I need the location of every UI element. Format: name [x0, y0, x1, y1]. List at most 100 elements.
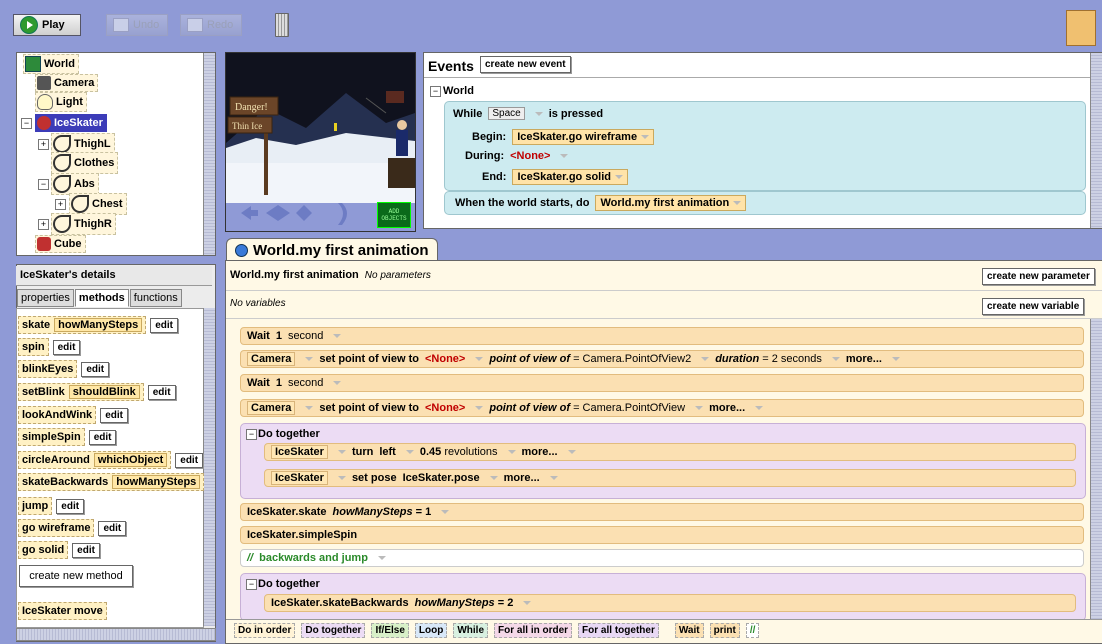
tree-item-camera[interactable]: Camera: [35, 74, 99, 92]
dropdown-arrow-icon[interactable]: [337, 476, 346, 480]
dropdown-arrow-icon[interactable]: [560, 154, 569, 158]
wait-statement-2[interactable]: Wait 1 second: [240, 374, 1084, 392]
begin-method-chip[interactable]: IceSkater.go wireframe: [512, 129, 655, 145]
dropdown-arrow-icon[interactable]: [567, 450, 576, 454]
tree-item-abs[interactable]: Abs: [51, 173, 99, 195]
more-button[interactable]: more...: [522, 446, 558, 458]
collapse-world-events[interactable]: −: [430, 86, 441, 97]
dropdown-arrow-icon[interactable]: [523, 601, 532, 605]
edit-button[interactable]: edit: [150, 317, 178, 333]
camera-pov-statement-1[interactable]: Camera set point of view to <None> point…: [240, 350, 1084, 368]
object-tree[interactable]: World Camera Light − IceSkater + ThighL …: [16, 52, 216, 256]
method-blinkeyes[interactable]: blinkEyes edit: [18, 360, 110, 378]
collapse-abs[interactable]: −: [38, 179, 49, 190]
dropdown-arrow-icon[interactable]: [549, 476, 558, 480]
end-method-chip[interactable]: IceSkater.go solid: [512, 169, 628, 185]
wait-statement-1[interactable]: Wait 1 second: [240, 327, 1084, 345]
create-new-method-button[interactable]: create new method: [19, 565, 133, 587]
skate-call-statement[interactable]: IceSkater.skate howManySteps = 1: [240, 503, 1084, 521]
create-new-parameter-button[interactable]: create new parameter: [982, 268, 1095, 285]
loop-tile[interactable]: Loop: [414, 623, 448, 638]
edit-button[interactable]: edit: [175, 452, 204, 468]
collapse-do-together[interactable]: −: [246, 579, 257, 590]
tree-item-cube[interactable]: Cube: [35, 235, 86, 253]
dropdown-arrow-icon[interactable]: [891, 357, 900, 361]
dropdown-arrow-icon[interactable]: [701, 357, 710, 361]
set-pose-statement[interactable]: IceSkater set pose IceSkater.pose more..…: [264, 469, 1076, 487]
object-tree-scrollbar[interactable]: [203, 53, 215, 255]
edit-button[interactable]: edit: [88, 429, 117, 445]
do-in-order-tile[interactable]: Do in order: [234, 623, 296, 638]
method-setblink[interactable]: setBlink shouldBlink edit: [18, 383, 176, 401]
print-tile[interactable]: print: [709, 623, 740, 638]
comment-tile[interactable]: //: [745, 623, 760, 638]
editor-scrollbar[interactable]: [1090, 319, 1102, 619]
method-lookandwink[interactable]: lookAndWink edit: [18, 406, 128, 424]
dropdown-arrow-icon[interactable]: [489, 476, 498, 480]
collapse-iceskater[interactable]: −: [21, 118, 32, 129]
tab-properties[interactable]: properties: [17, 289, 74, 307]
during-value[interactable]: <None>: [510, 150, 550, 162]
more-button[interactable]: more...: [709, 402, 745, 414]
edit-button[interactable]: edit: [100, 407, 128, 423]
dropdown-arrow-icon[interactable]: [507, 450, 516, 454]
tab-methods[interactable]: methods: [74, 289, 129, 307]
dropdown-arrow-icon[interactable]: [615, 175, 623, 179]
edit-button[interactable]: edit: [98, 520, 127, 536]
dropdown-arrow-icon[interactable]: [305, 357, 314, 361]
dropdown-arrow-icon[interactable]: [641, 135, 650, 139]
turn-statement[interactable]: IceSkater turn left 0.45 revolutions mor…: [264, 443, 1076, 461]
dropdown-arrow-icon[interactable]: [534, 111, 543, 116]
tab-functions[interactable]: functions: [129, 289, 182, 307]
add-objects-button[interactable]: ADD OBJECTS: [377, 202, 411, 228]
tree-item-clothes[interactable]: Clothes: [51, 152, 119, 174]
edit-button[interactable]: edit: [72, 542, 100, 558]
create-new-event-button[interactable]: create new event: [480, 56, 571, 73]
dropdown-arrow-icon[interactable]: [377, 556, 386, 560]
key-selector[interactable]: Space: [488, 107, 525, 120]
start-method-chip[interactable]: World.my first animation: [595, 195, 747, 211]
undo-button[interactable]: Undo: [106, 14, 168, 36]
do-together-block-1[interactable]: − Do together: [240, 423, 1086, 499]
dropdown-arrow-icon[interactable]: [831, 357, 840, 361]
method-skatebackwards[interactable]: skateBackwards howManySteps: [18, 473, 205, 491]
edit-button[interactable]: edit: [56, 498, 85, 514]
clipboard-icon[interactable]: [1066, 10, 1096, 46]
tab-world-my-first-animation[interactable]: World.my first animation: [226, 238, 438, 261]
expand-thighl[interactable]: +: [38, 139, 49, 150]
details-hscrollbar[interactable]: [16, 628, 216, 641]
method-go-solid[interactable]: go solid edit: [18, 541, 100, 559]
tree-item-thighr[interactable]: ThighR: [51, 213, 116, 235]
method-skate[interactable]: skate howManySteps edit: [18, 316, 178, 334]
tree-item-thighl[interactable]: ThighL: [51, 133, 115, 155]
method-jump[interactable]: jump edit: [18, 497, 85, 515]
events-scrollbar[interactable]: [1090, 53, 1102, 228]
trash-icon[interactable]: [275, 13, 289, 37]
edit-button[interactable]: edit: [81, 361, 110, 377]
for-all-together-tile[interactable]: For all together: [578, 623, 659, 638]
dropdown-arrow-icon[interactable]: [475, 357, 484, 361]
camera-pov-statement-2[interactable]: Camera set point of view to <None> point…: [240, 399, 1084, 417]
method-go-wireframe[interactable]: go wireframe edit: [18, 519, 127, 537]
tree-item-world[interactable]: World: [23, 54, 79, 74]
dropdown-arrow-icon[interactable]: [695, 406, 704, 410]
for-all-in-order-tile[interactable]: For all in order: [494, 623, 573, 638]
expand-chest[interactable]: +: [55, 199, 66, 210]
dropdown-arrow-icon[interactable]: [475, 406, 484, 410]
dropdown-arrow-icon[interactable]: [337, 450, 346, 454]
do-together-tile[interactable]: Do together: [301, 623, 366, 638]
dropdown-arrow-icon[interactable]: [405, 450, 414, 454]
dropdown-arrow-icon[interactable]: [333, 334, 342, 338]
while-key-event[interactable]: While Space is pressed Begin: IceSkater.…: [444, 101, 1086, 191]
redo-button[interactable]: Redo: [180, 14, 242, 36]
comment-statement[interactable]: // backwards and jump: [240, 549, 1084, 567]
method-simplespin[interactable]: simpleSpin edit: [18, 428, 117, 446]
more-button[interactable]: more...: [504, 472, 540, 484]
create-new-variable-button[interactable]: create new variable: [982, 298, 1085, 315]
tree-item-chest[interactable]: Chest: [69, 193, 127, 215]
dropdown-arrow-icon[interactable]: [305, 406, 314, 410]
dropdown-arrow-icon[interactable]: [333, 381, 342, 385]
dropdown-arrow-icon[interactable]: [733, 201, 742, 205]
tree-item-light[interactable]: Light: [35, 92, 87, 112]
wait-tile[interactable]: Wait: [674, 623, 704, 638]
